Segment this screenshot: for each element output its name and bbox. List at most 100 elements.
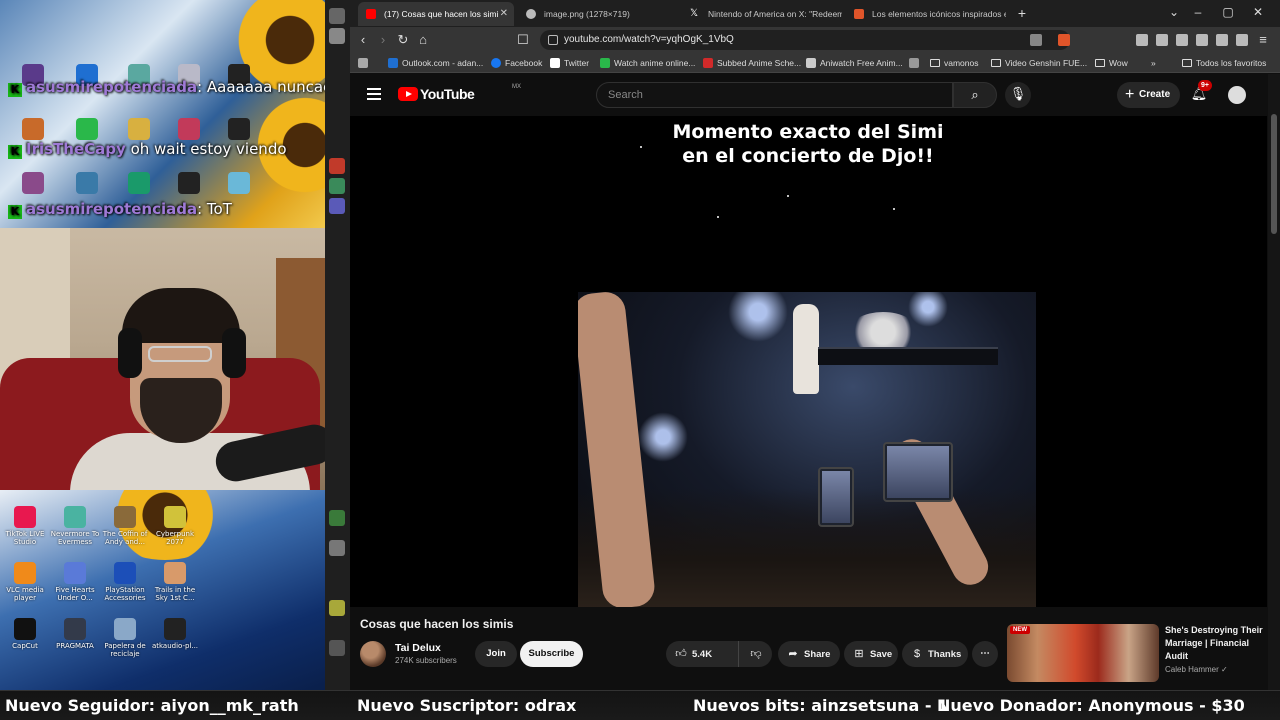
app-icon <box>14 618 36 640</box>
desktop-icon[interactable]: Five Hearts Under O... <box>50 562 100 602</box>
maximize-button[interactable]: ▢ <box>1220 5 1236 19</box>
taskbar-app-icon[interactable] <box>329 640 345 656</box>
channel-name[interactable]: Tai Delux <box>395 642 441 654</box>
video-player[interactable]: Momento exacto del Simi en el concierto … <box>350 116 1267 607</box>
save-button[interactable]: ⊞ Save <box>844 641 898 667</box>
home-button[interactable]: ⌂ <box>414 31 432 49</box>
bookmark-folder[interactable]: vamonos <box>930 53 979 73</box>
hamburger-menu-icon[interactable] <box>367 88 381 100</box>
stage-light <box>638 412 688 462</box>
desktop-icon[interactable]: PRAGMATA <box>50 618 100 650</box>
extension-icon[interactable] <box>1136 34 1148 46</box>
desktop-icon[interactable] <box>164 118 214 142</box>
minimize-button[interactable]: – <box>1190 5 1206 19</box>
cast-icon[interactable] <box>1030 34 1042 46</box>
dislike-button[interactable]: 👎︎ <box>738 641 772 667</box>
bookmark-item[interactable]: Watch anime online... <box>600 53 695 73</box>
desktop-icon[interactable]: TikTok LIVE Studio <box>0 506 50 546</box>
notifications-button[interactable]: 🔔︎ 9+ <box>1188 80 1212 106</box>
recommended-video[interactable]: NEW She's Destroying Their Marriage | Fi… <box>1007 622 1267 686</box>
chevron-down-icon[interactable]: ⌄ <box>1166 5 1182 19</box>
taskbar-app-icon[interactable] <box>329 198 345 214</box>
video-title: Cosas que hacen los simis <box>360 617 514 631</box>
recommended-thumbnail[interactable]: NEW <box>1007 624 1159 682</box>
taskbar-app-icon[interactable] <box>329 8 345 24</box>
bookmark-item[interactable]: Facebook <box>491 53 542 73</box>
desktop-icon[interactable] <box>8 118 58 142</box>
bookmark-item[interactable] <box>909 53 923 73</box>
channel-avatar[interactable] <box>360 641 386 667</box>
address-bar[interactable]: youtube.com/watch?v=yqhOgK_1VbQ <box>540 30 1070 50</box>
taskbar-app-icon[interactable] <box>329 28 345 44</box>
account-avatar[interactable] <box>1228 86 1246 104</box>
all-bookmarks-folder[interactable]: Todos los favoritos <box>1182 53 1266 73</box>
tab-article[interactable]: Los elementos icónicos inspirados en <box>846 2 1006 26</box>
bookmark-icon[interactable]: ☐ <box>514 31 532 49</box>
site-info-icon[interactable] <box>548 35 558 45</box>
headset-icon <box>222 328 246 378</box>
music-icon[interactable] <box>1176 34 1188 46</box>
taskbar-app-icon[interactable] <box>329 600 345 616</box>
desktop-icon[interactable]: Papelera de reciclaje <box>100 618 150 658</box>
desktop-icon[interactable]: atkaudio-pl... <box>150 618 200 650</box>
recommended-channel[interactable]: Caleb Hammer ✓ <box>1165 665 1228 674</box>
brave-shield-icon[interactable] <box>1058 34 1070 46</box>
desktop-icon[interactable] <box>164 172 214 196</box>
create-button[interactable]: + Create <box>1117 82 1180 108</box>
chat-message: Kasusmirepotenciada: Aaaaaaa nuncae sale… <box>8 78 325 97</box>
desktop-icon[interactable]: The Coffin of Andy and... <box>100 506 150 546</box>
apps-grid-icon[interactable] <box>358 53 372 73</box>
desktop-icon[interactable] <box>114 172 164 196</box>
puzzle-icon[interactable] <box>1156 34 1168 46</box>
bookmark-item[interactable]: Twitter <box>550 53 589 73</box>
vpn-icon[interactable] <box>1236 34 1248 46</box>
search-button[interactable]: ⌕ <box>953 82 997 108</box>
desktop-icon[interactable]: PlayStation Accessories <box>100 562 150 602</box>
desktop-icon[interactable] <box>114 118 164 142</box>
subscribe-button[interactable]: Subscribe <box>520 641 583 667</box>
desktop-icon[interactable]: Nevermore To Evermess <box>50 506 100 546</box>
bookmark-folder[interactable]: Wow <box>1095 53 1128 73</box>
more-actions-button[interactable]: ⋯ <box>972 641 998 667</box>
desktop-icon[interactable] <box>62 172 112 196</box>
desktop-icon[interactable] <box>214 172 264 196</box>
desktop-icon[interactable]: Cyberpunk 2077 <box>150 506 200 546</box>
desktop-icon[interactable]: VLC media player <box>0 562 50 602</box>
ai-icon[interactable] <box>1216 34 1228 46</box>
scrollbar-thumb[interactable] <box>1271 114 1277 234</box>
taskbar-app-icon[interactable] <box>329 540 345 556</box>
back-button[interactable]: ‹ <box>354 31 372 49</box>
tab-twitter[interactable]: 𝕏 Nintendo of America on X: "Redeem <box>682 2 842 26</box>
join-button[interactable]: Join <box>475 641 517 667</box>
desktop-icon[interactable]: CapCut <box>0 618 50 650</box>
new-tab-button[interactable]: + <box>1014 5 1030 21</box>
menu-icon[interactable]: ≡ <box>1254 31 1272 49</box>
reload-button[interactable]: ↻ <box>394 31 412 49</box>
bookmarks-overflow-button[interactable]: » <box>1151 53 1156 73</box>
tab-youtube[interactable]: (17) Cosas que hacen los simi ✕ <box>358 2 514 26</box>
desktop-icon[interactable] <box>8 172 58 196</box>
chat-text: : Aaaaaaa nuncae sale uno bonito <box>197 78 325 96</box>
desktop-icon[interactable] <box>214 118 264 142</box>
taskbar-app-icon[interactable] <box>329 178 345 194</box>
forward-button[interactable]: › <box>374 31 392 49</box>
voice-search-button[interactable]: 🎙︎ <box>1005 82 1031 108</box>
taskbar-app-icon[interactable] <box>329 510 345 526</box>
bookmark-item[interactable]: Subbed Anime Sche... <box>703 53 801 73</box>
desktop-icon[interactable] <box>62 118 112 142</box>
wallet-icon[interactable] <box>1196 34 1208 46</box>
recommended-title[interactable]: She's Destroying Their Marriage | Financ… <box>1165 624 1265 663</box>
bookmark-folder[interactable]: Video Genshin FUE... <box>991 53 1087 73</box>
like-button[interactable]: 👍︎ 5.4K <box>666 641 738 667</box>
close-icon[interactable]: ✕ <box>500 2 508 26</box>
thanks-button[interactable]: $ Thanks <box>902 641 968 667</box>
close-window-button[interactable]: ✕ <box>1250 5 1266 19</box>
tab-image[interactable]: image.png (1278×719) <box>518 2 678 26</box>
taskbar-app-icon[interactable] <box>329 158 345 174</box>
share-button[interactable]: ➦ Share <box>778 641 840 667</box>
search-input[interactable]: Search <box>596 82 953 108</box>
page-scrollbar[interactable] <box>1268 74 1280 690</box>
bookmark-item[interactable]: Aniwatch Free Anim... <box>806 53 903 73</box>
bookmark-item[interactable]: Outlook.com - adan... <box>388 53 483 73</box>
desktop-icon[interactable]: Trails in the Sky 1st C... <box>150 562 200 602</box>
